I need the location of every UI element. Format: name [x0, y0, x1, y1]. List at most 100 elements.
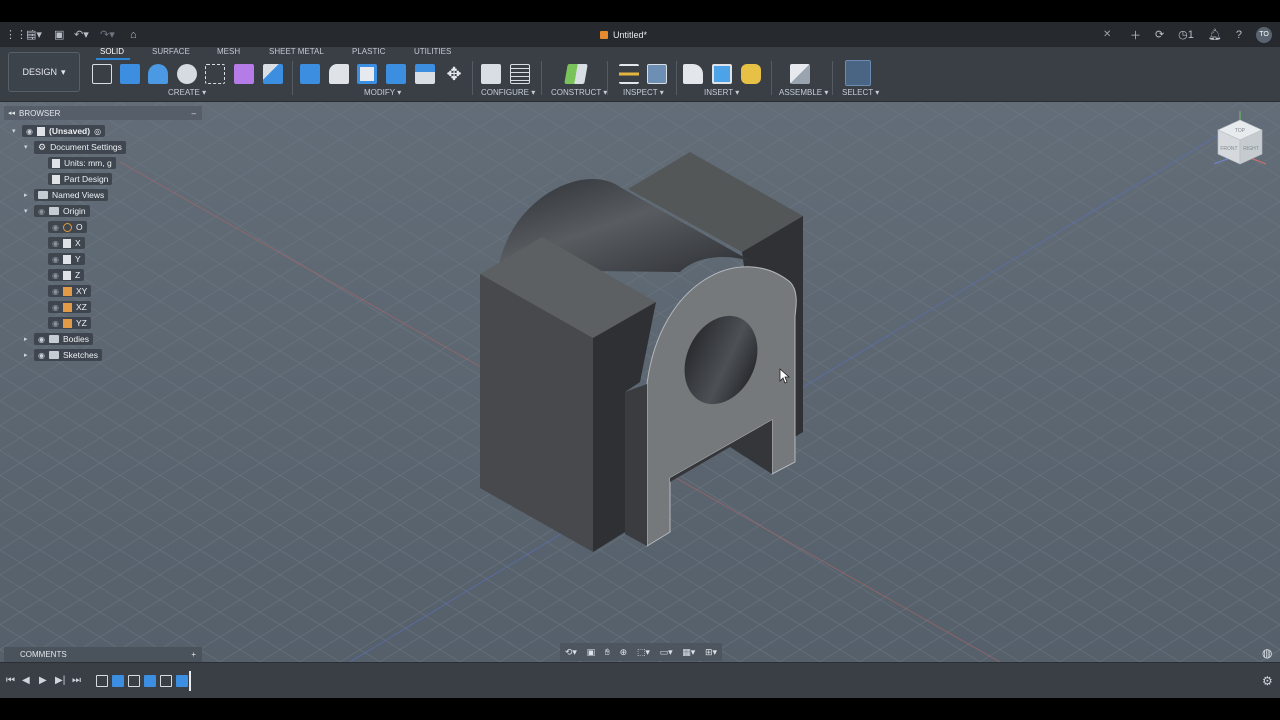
new-component-icon[interactable] — [790, 64, 810, 84]
press-pull-icon[interactable] — [300, 64, 320, 84]
job-status-icon[interactable]: ◷ 1 — [1178, 22, 1194, 47]
tree-origin[interactable]: ▾ ◉ Origin — [24, 204, 90, 218]
timeline-marker[interactable] — [189, 671, 191, 691]
help-icon[interactable]: ? — [1236, 22, 1242, 47]
save-icon[interactable]: ▣ — [54, 22, 64, 47]
tab-mesh[interactable]: MESH — [217, 47, 240, 56]
file-menu-icon[interactable]: ▤▾ — [26, 22, 42, 47]
assemble-menu[interactable]: ASSEMBLE ▾ — [779, 88, 828, 97]
fillet-icon[interactable] — [329, 64, 349, 84]
construct-menu[interactable]: CONSTRUCT ▾ — [551, 88, 607, 97]
timeline-extrude-icon[interactable] — [112, 675, 124, 687]
create-sketch-icon[interactable] — [92, 64, 112, 84]
hidden-eye-icon[interactable]: ◉ — [52, 239, 59, 248]
configure-menu[interactable]: CONFIGURE ▾ — [481, 88, 535, 97]
workspace-switcher[interactable]: DESIGN ▾ — [8, 52, 80, 92]
insert-canvas-icon[interactable] — [712, 64, 732, 84]
caret-right-icon[interactable]: ▸ — [24, 351, 34, 359]
hidden-eye-icon[interactable]: ◉ — [52, 287, 59, 296]
combine-icon[interactable] — [386, 64, 406, 84]
select-tool-icon[interactable] — [845, 60, 871, 86]
config-table-icon[interactable] — [510, 64, 530, 84]
move-copy-icon[interactable]: ✥ — [444, 64, 464, 84]
timeline-sketch-icon[interactable] — [128, 675, 140, 687]
step-forward-icon[interactable]: ▶| — [55, 675, 65, 686]
revolve-icon[interactable] — [148, 64, 168, 84]
visibility-eye-icon[interactable]: ◉ — [38, 335, 45, 344]
hidden-eye-icon[interactable]: ◉ — [38, 207, 45, 216]
tree-sketches[interactable]: ▸ ◉ Sketches — [24, 348, 102, 362]
tree-part-design[interactable]: Part Design — [48, 172, 113, 186]
tree-root[interactable]: ▾ ◉ (Unsaved) ◎ — [12, 124, 106, 138]
hidden-eye-icon[interactable]: ◉ — [52, 303, 59, 312]
measure-icon[interactable] — [619, 64, 639, 84]
tab-sheet-metal[interactable]: SHEET METAL — [269, 47, 324, 56]
timeline-sketch-icon[interactable] — [96, 675, 108, 687]
insert-mcmaster-icon[interactable] — [741, 64, 761, 84]
pan-hand-icon[interactable]: ✋︎ — [605, 647, 610, 658]
caret-down-icon[interactable]: ▾ — [12, 127, 22, 135]
configure-icon[interactable] — [481, 64, 501, 84]
form-icon[interactable] — [234, 64, 254, 84]
home-icon[interactable]: ⌂ — [130, 22, 137, 47]
tree-origin-z[interactable]: ◉ Z — [48, 268, 85, 282]
offset-plane-icon[interactable] — [564, 64, 588, 84]
tab-utilities[interactable]: UTILITIES — [414, 47, 451, 56]
tree-origin-xz[interactable]: ◉ XZ — [48, 300, 91, 314]
visibility-eye-icon[interactable]: ◉ — [26, 127, 33, 136]
new-tab-icon[interactable]: ＋ — [1130, 22, 1141, 47]
split-body-icon[interactable] — [415, 64, 435, 84]
go-to-start-icon[interactable]: ⏮ — [6, 675, 15, 686]
tree-origin-point[interactable]: ◉ O — [48, 220, 87, 234]
caret-right-icon[interactable]: ▸ — [24, 191, 34, 199]
close-tab-icon[interactable]: ✕ — [1103, 29, 1111, 40]
tab-plastic[interactable]: PLASTIC — [352, 47, 385, 56]
caret-down-icon[interactable]: ▾ — [24, 143, 34, 151]
add-comment-icon[interactable]: + — [191, 650, 196, 659]
minimize-icon[interactable]: – — [192, 109, 196, 118]
comments-panel[interactable]: COMMENTS + — [4, 647, 202, 662]
inspect-menu[interactable]: INSPECT ▾ — [623, 88, 664, 97]
timeline-extrude-icon[interactable] — [144, 675, 156, 687]
timeline-sketch-icon[interactable] — [160, 675, 172, 687]
step-back-icon[interactable]: ◀ — [22, 675, 30, 686]
pattern-icon[interactable] — [263, 64, 283, 84]
visibility-eye-icon[interactable]: ◉ — [38, 351, 45, 360]
play-icon[interactable]: ▶ — [39, 675, 47, 686]
tree-units[interactable]: Units: mm, g — [48, 156, 116, 170]
undo-icon[interactable]: ↶▾ — [74, 22, 89, 47]
view-cube[interactable]: TOP FRONT RIGHT — [1210, 108, 1270, 172]
timeline-settings-gear-icon[interactable]: ⚙ — [1262, 674, 1273, 688]
caret-down-icon[interactable]: ▾ — [24, 207, 34, 215]
sweep-icon[interactable] — [177, 64, 197, 84]
notifications-bell-icon[interactable]: 🔔︎ — [1208, 22, 1222, 47]
tab-surface[interactable]: SURFACE — [152, 47, 190, 56]
select-menu[interactable]: SELECT ▾ — [842, 88, 879, 97]
tab-solid[interactable]: SOLID — [100, 47, 124, 56]
tree-bodies[interactable]: ▸ ◉ Bodies — [24, 332, 93, 346]
collapse-icon[interactable]: ◂◂ — [8, 109, 15, 117]
user-avatar[interactable]: TO — [1256, 26, 1272, 43]
grid-settings-icon[interactable]: ▦▾ — [682, 647, 695, 658]
go-to-end-icon[interactable]: ⏭ — [72, 675, 81, 686]
active-radio-icon[interactable]: ◎ — [94, 127, 101, 136]
fit-icon[interactable]: ⬚▾ — [637, 647, 650, 658]
tree-origin-xy[interactable]: ◉ XY — [48, 284, 92, 298]
hidden-eye-icon[interactable]: ◉ — [52, 319, 59, 328]
show-help-icon[interactable]: ◍ — [1262, 646, 1272, 660]
tree-origin-x[interactable]: ◉ X — [48, 236, 85, 250]
tree-named-views[interactable]: ▸ Named Views — [24, 188, 109, 202]
hidden-eye-icon[interactable]: ◉ — [52, 223, 59, 232]
timeline-extrude-icon[interactable] — [176, 675, 188, 687]
insert-derive-icon[interactable] — [683, 64, 703, 84]
create-menu[interactable]: CREATE ▾ — [168, 88, 206, 97]
tree-document-settings[interactable]: ▾ ⚙ Document Settings — [24, 140, 126, 154]
tree-origin-y[interactable]: ◉ Y — [48, 252, 85, 266]
shell-icon[interactable] — [357, 64, 377, 84]
loft-icon[interactable] — [205, 64, 225, 84]
redo-icon[interactable]: ↷▾ — [100, 22, 115, 47]
extensions-icon[interactable]: ⟳ — [1155, 22, 1164, 47]
look-at-icon[interactable]: ▣ — [587, 647, 596, 658]
document-tab[interactable]: Untitled* — [600, 22, 647, 47]
tree-origin-yz[interactable]: ◉ YZ — [48, 316, 91, 330]
